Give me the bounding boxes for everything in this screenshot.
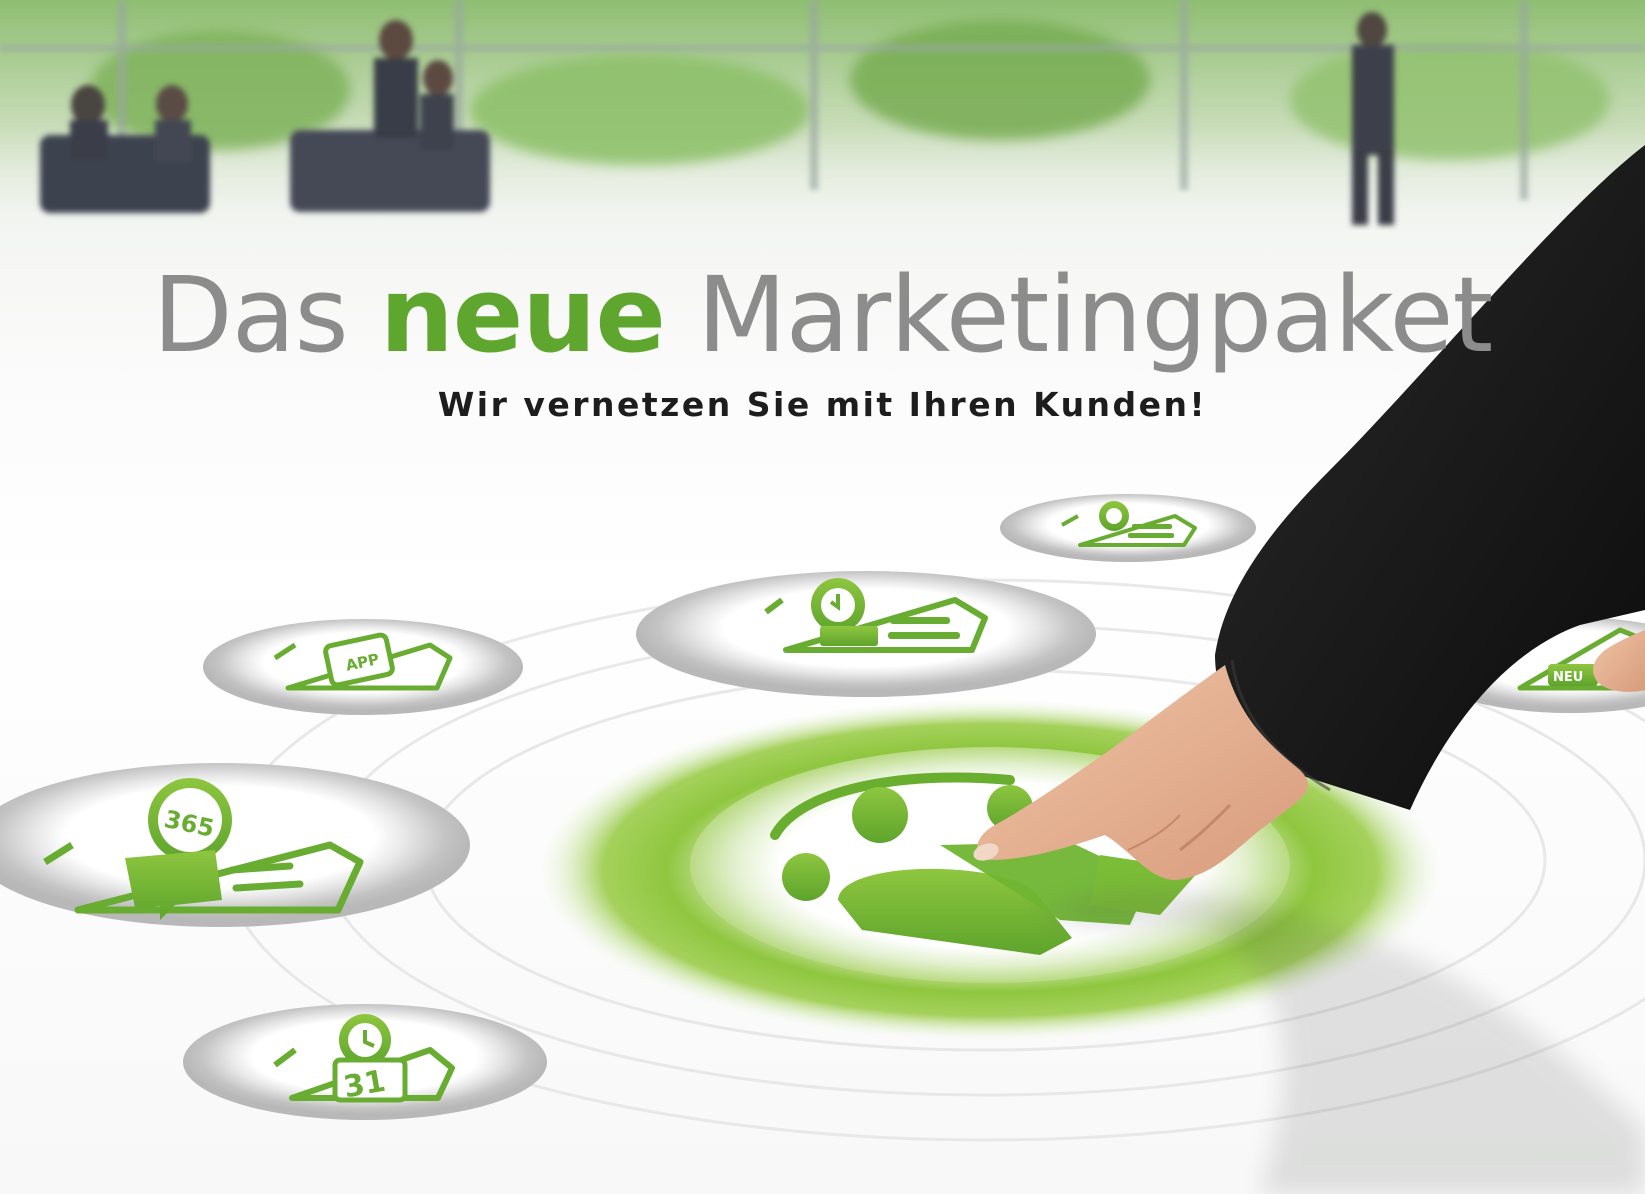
headline-part-1: Das <box>152 254 349 376</box>
svg-text:NEU: NEU <box>1553 670 1583 685</box>
headline: Das neue Marketingpaket <box>0 255 1645 375</box>
calendar-badge[interactable]: 31 <box>183 1004 547 1120</box>
headline-part-2: Marketingpaket <box>696 254 1493 376</box>
mobile-website-badge[interactable] <box>636 571 1096 697</box>
subheadline: Wir vernetzen Sie mit Ihren Kunden! <box>437 385 1208 424</box>
365-badge[interactable]: 365 <box>0 763 470 927</box>
app-badge[interactable]: APP <box>203 619 523 715</box>
interactive-floor-illustration: APP 365 31 NEU <box>0 145 1645 1194</box>
headline-accent: neue <box>379 254 666 376</box>
svg-text:31: 31 <box>341 1064 388 1106</box>
search-list-badge[interactable] <box>1000 494 1256 562</box>
marketing-hero-banner: APP 365 31 NEU Das neue Marketingpaket W… <box>0 0 1645 1194</box>
